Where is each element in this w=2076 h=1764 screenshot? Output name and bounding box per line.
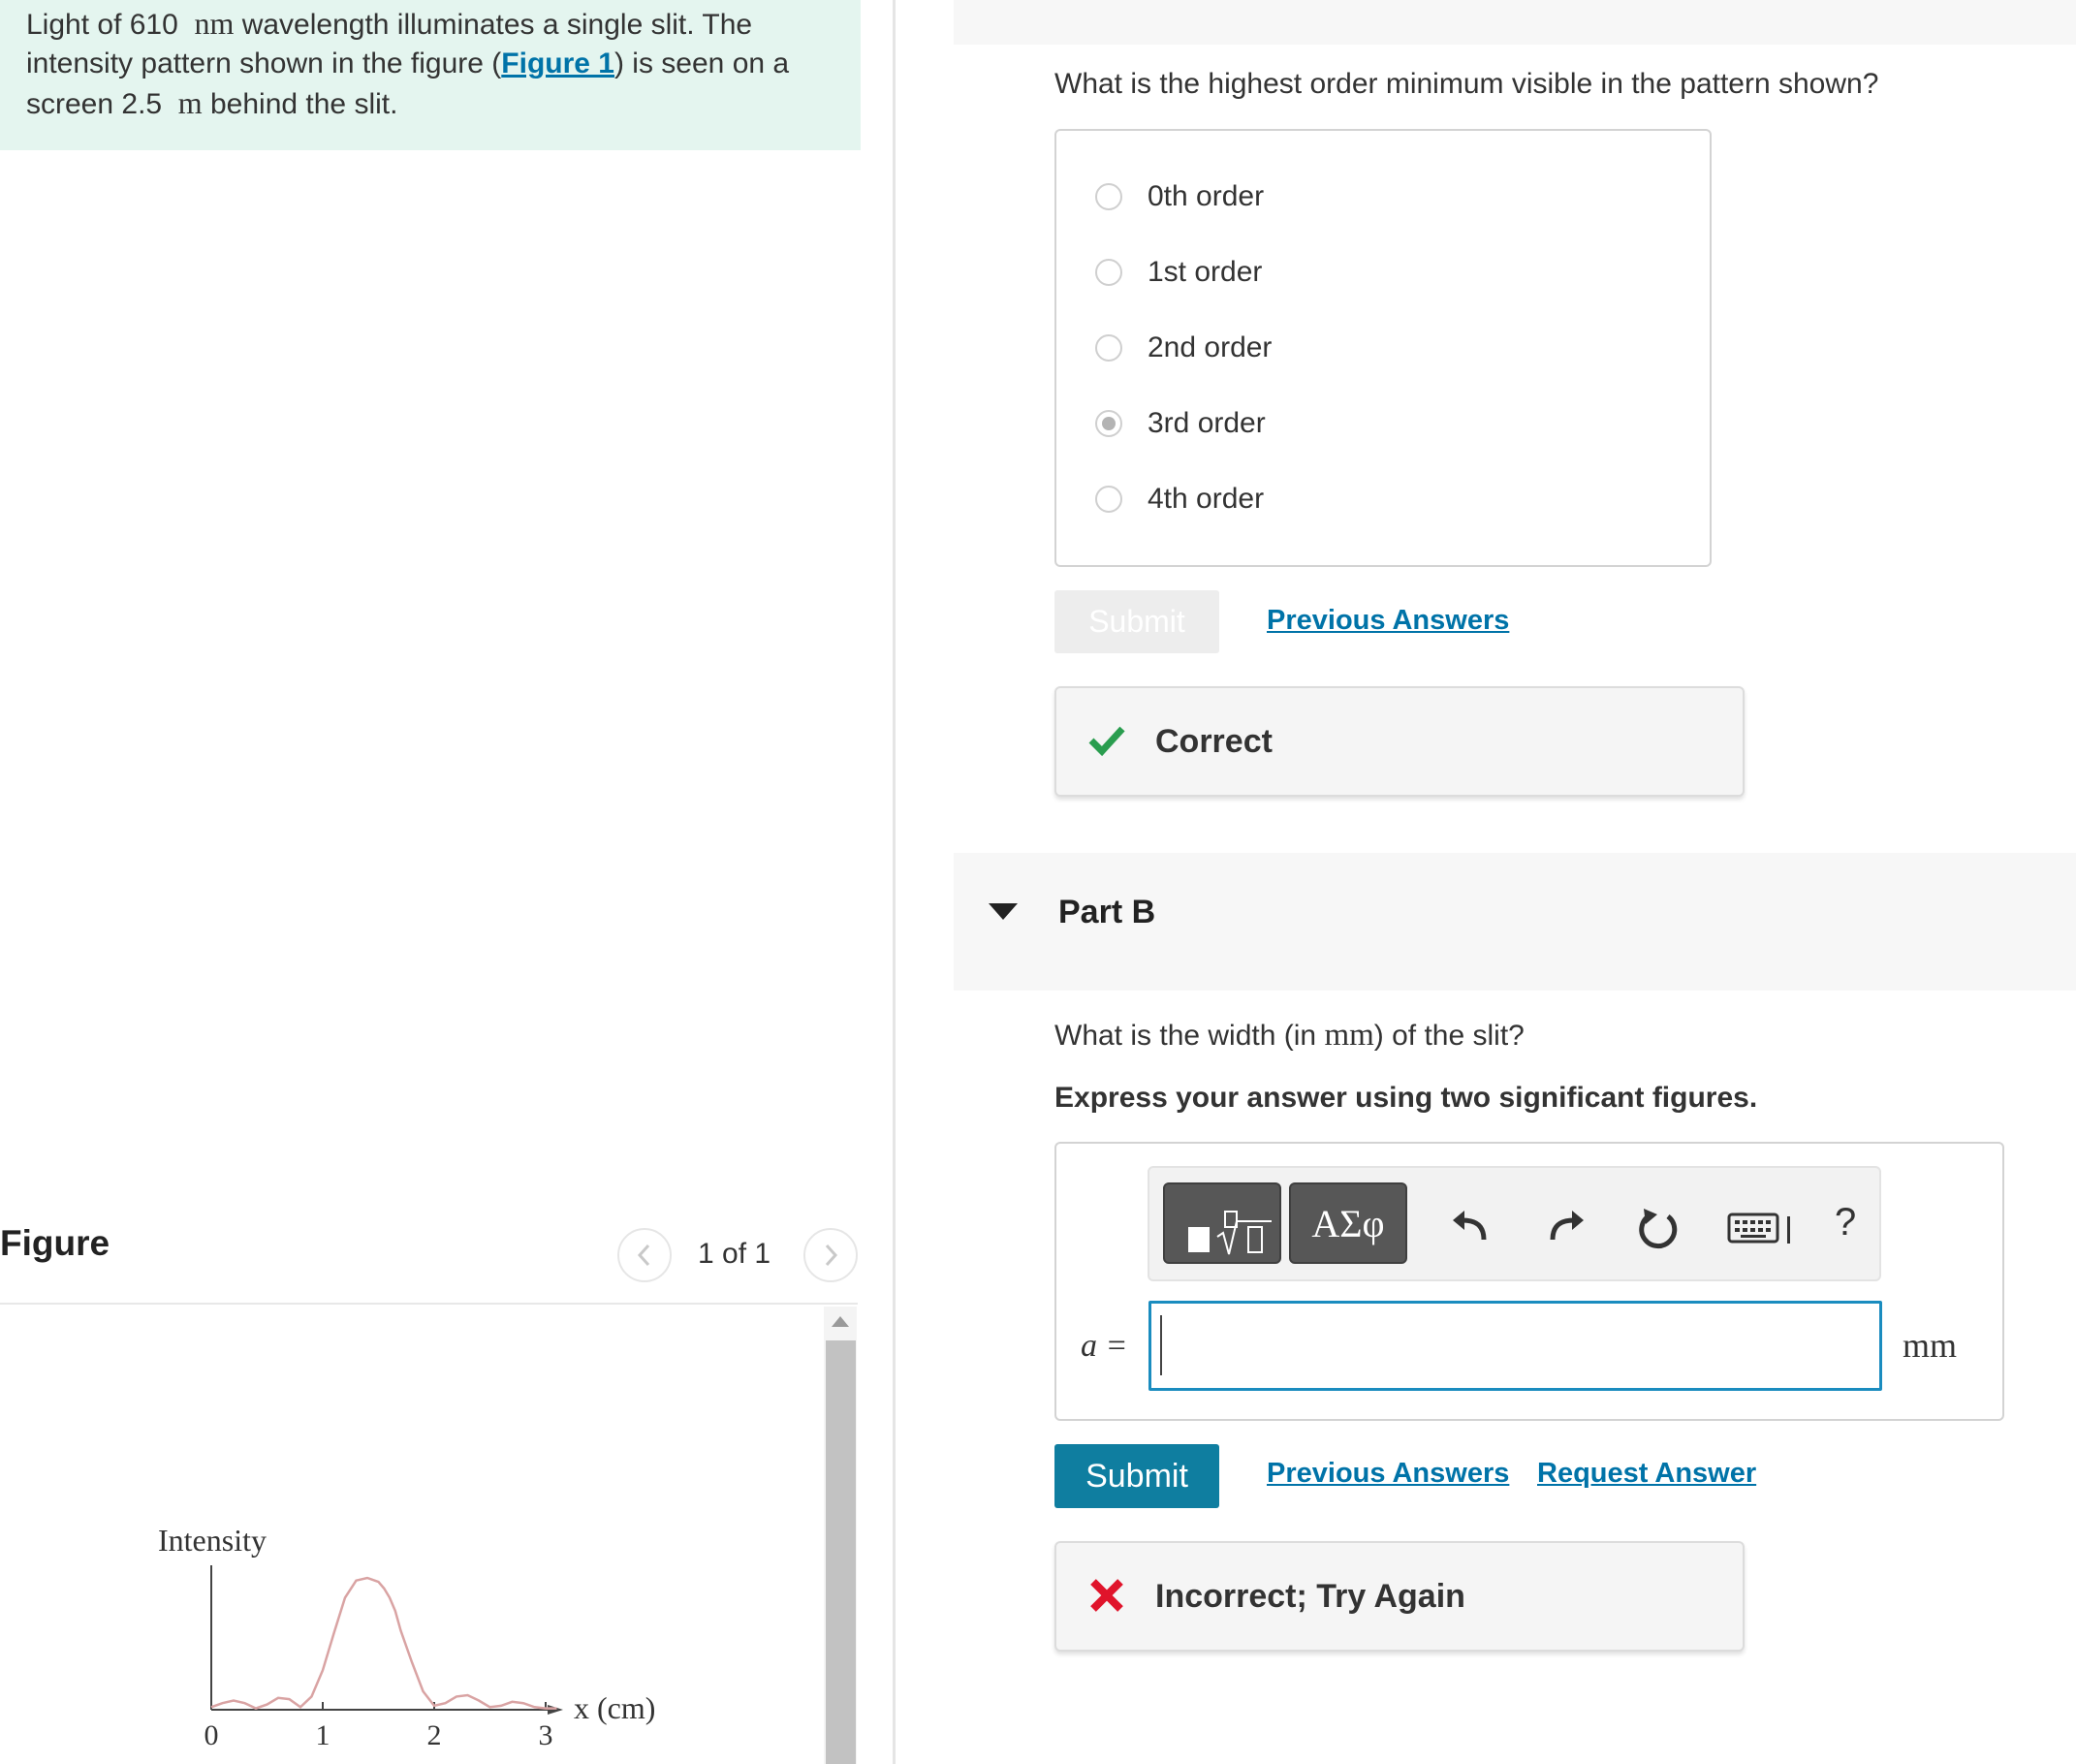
y-axis-label: Intensity [158,1523,267,1558]
question-unit: mm [1324,1018,1374,1053]
part-b-instruction: Express your answer using two significan… [1054,1082,1758,1114]
figure-title: Figure [0,1223,110,1263]
part-b-feedback: Incorrect; Try Again [1054,1541,1745,1652]
figure-page-count: 1 of 1 [698,1238,771,1270]
reset-icon[interactable] [1636,1207,1681,1251]
option-label: 0th order [1148,180,1265,212]
part-a-previous-answers-link[interactable]: Previous Answers [1267,605,1509,637]
radio-button[interactable] [1095,486,1122,513]
part-b-submit-button[interactable]: Submit [1054,1444,1219,1508]
figure-prev-button[interactable] [617,1228,672,1282]
panel-divider[interactable] [893,0,896,1764]
feedback-text: Correct [1155,723,1273,760]
variable-label: a = [1081,1328,1128,1364]
radio-button[interactable] [1095,334,1122,362]
part-a-options: 0th order 1st order 2nd order 3rd order … [1054,129,1712,567]
request-answer-link[interactable]: Request Answer [1537,1458,1756,1490]
feedback-text: Incorrect; Try Again [1155,1578,1465,1615]
scroll-up-arrow-icon[interactable] [832,1316,849,1327]
part-b-question: What is the width (in mm) of the slit? [1054,1018,1525,1054]
radio-button-selected[interactable] [1095,410,1122,437]
x-tick-label: 1 [316,1719,330,1751]
fraction-root-template-icon [1188,1211,1272,1255]
checkmark-icon [1088,726,1125,757]
caret-down-icon[interactable] [989,903,1018,920]
option-3rd-order[interactable]: 3rd order [1095,404,1266,443]
answer-unit: mm [1903,1326,1958,1365]
problem-statement: Light of 610 nm wavelength illuminates a… [0,0,861,150]
option-label: 4th order [1148,483,1265,515]
part-a-header-bar [954,0,2076,45]
option-0th-order[interactable]: 0th order [1095,177,1264,216]
figure-divider [0,1303,858,1305]
part-b-title[interactable]: Part B [1058,894,1155,931]
part-b-previous-answers-link[interactable]: Previous Answers [1267,1458,1509,1490]
symbols-label: ΑΣφ [1311,1201,1385,1245]
intensity-chart: Intensity x (cm) 0 1 2 3 [158,1523,655,1751]
x-tick-label: 0 [204,1719,219,1751]
help-button[interactable]: ? [1835,1201,1856,1244]
option-4th-order[interactable]: 4th order [1095,480,1264,519]
math-toolbar: ΑΣφ ? [1148,1166,1881,1281]
part-a-feedback: Correct [1054,686,1745,797]
option-label: 1st order [1148,256,1263,288]
radio-button[interactable] [1095,259,1122,286]
unit-nm: nm [194,6,235,41]
part-a-submit-button[interactable]: Submit [1054,590,1219,653]
symbols-button[interactable]: ΑΣφ [1289,1182,1407,1264]
option-2nd-order[interactable]: 2nd order [1095,329,1272,367]
text-cursor [1160,1315,1162,1375]
x-tick-label: 3 [539,1719,553,1751]
figure-scrollbar-thumb[interactable] [826,1340,856,1764]
radio-button[interactable] [1095,183,1122,210]
chevron-right-icon [825,1244,838,1267]
x-axis-arrow-icon [548,1705,563,1715]
intensity-curve [210,1576,557,1710]
answer-input[interactable] [1148,1301,1882,1391]
x-tick-label: 2 [427,1719,442,1751]
x-axis-label: x (cm) [574,1690,655,1725]
redo-icon[interactable] [1545,1207,1588,1249]
problem-text-4: behind the slit. [202,88,398,120]
option-1st-order[interactable]: 1st order [1095,253,1262,292]
option-label: 3rd order [1148,407,1266,439]
part-a-question: What is the highest order minimum visibl… [1054,68,1879,100]
figure-link[interactable]: Figure 1 [501,47,614,79]
problem-text-1: Light of 610 [26,9,178,41]
templates-button[interactable] [1163,1182,1281,1264]
option-label: 2nd order [1148,331,1273,363]
keyboard-icon[interactable] [1727,1207,1797,1245]
question-text-2: ) of the slit? [1373,1020,1525,1052]
x-mark-icon [1090,1579,1123,1612]
figure-next-button[interactable] [803,1228,858,1282]
unit-m: m [177,85,203,120]
chevron-left-icon [637,1244,650,1267]
question-text-1: What is the width (in [1054,1020,1325,1052]
undo-icon[interactable] [1449,1207,1492,1249]
left-panel: Light of 610 nm wavelength illuminates a… [0,0,893,1764]
